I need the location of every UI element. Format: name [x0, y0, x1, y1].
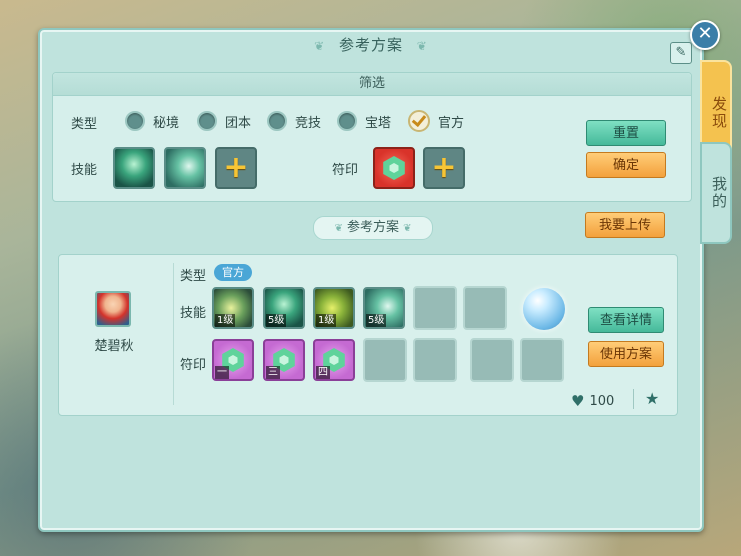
- filter-skill-slot-1[interactable]: [113, 147, 155, 189]
- plan-skill-slot-empty: [463, 286, 507, 330]
- reset-button[interactable]: 重置: [586, 120, 666, 146]
- view-details-button[interactable]: 查看详情: [588, 307, 664, 333]
- card-divider: [173, 263, 174, 405]
- section-ornament-left: ❦: [334, 223, 343, 234]
- plan-rune-slot-3[interactable]: 四: [313, 339, 355, 381]
- title-ornament-left: ❦: [314, 39, 326, 53]
- skill-level: 5级: [366, 314, 387, 327]
- likes-separator: [633, 389, 634, 409]
- filter-section: 筛选 类型 秘境 团本 竞技 宝塔 官方 技能 + 符印 + 重置 确定: [52, 72, 692, 202]
- use-plan-button[interactable]: 使用方案: [588, 341, 664, 367]
- skill-level: 1级: [215, 314, 236, 327]
- confirm-button[interactable]: 确定: [586, 152, 666, 178]
- filter-skill-slot-2[interactable]: [164, 147, 206, 189]
- plan-type-label: 类型: [180, 269, 207, 284]
- title-ornament-right: ❦: [416, 39, 428, 53]
- plan-rune-label: 符印: [180, 358, 207, 373]
- plan-skill-slot-1[interactable]: 1级: [212, 287, 254, 329]
- type-option-baota[interactable]: 宝塔: [337, 111, 391, 131]
- edit-icon[interactable]: ✎: [670, 42, 692, 64]
- skill-level: 1级: [316, 314, 337, 327]
- heart-icon: ♥: [571, 392, 585, 410]
- plan-rune-slot-empty: [413, 338, 457, 382]
- plan-rune-slot-empty: [520, 338, 564, 382]
- official-tag: 官方: [214, 264, 252, 281]
- plan-rune-slot-empty: [470, 338, 514, 382]
- radio-icon: [125, 111, 145, 131]
- add-skill-button[interactable]: +: [215, 147, 257, 189]
- section-title-text: 参考方案: [346, 220, 399, 235]
- plan-skill-slot-3[interactable]: 1级: [313, 287, 355, 329]
- filter-rune-slot-1[interactable]: [373, 147, 415, 189]
- panel-title-text: 参考方案: [338, 36, 403, 54]
- type-option-label: 秘境: [153, 115, 180, 131]
- radio-icon: [337, 111, 357, 131]
- type-option-label: 官方: [438, 115, 465, 131]
- type-option-mijing[interactable]: 秘境: [125, 111, 179, 131]
- plan-rune-slot-1[interactable]: 一: [212, 339, 254, 381]
- likes-counter[interactable]: ♥ 100: [571, 392, 614, 410]
- skill-level: 5级: [266, 314, 287, 327]
- radio-icon: [267, 111, 287, 131]
- tab-mine[interactable]: 我的: [700, 142, 732, 244]
- plan-card: 楚碧秋 类型 官方 技能 1级 5级 1级 5级 符印 一 三 四 查看详情 使…: [58, 254, 678, 416]
- add-rune-button[interactable]: +: [423, 147, 465, 189]
- type-option-tuanben[interactable]: 团本: [197, 111, 251, 131]
- type-option-jingji[interactable]: 竞技: [267, 111, 321, 131]
- radio-icon: [197, 111, 217, 131]
- section-title: ❦ 参考方案 ❦: [313, 216, 433, 240]
- character-name: 楚碧秋: [94, 339, 134, 354]
- plus-icon: +: [431, 150, 457, 185]
- ultimate-orb-icon[interactable]: [523, 288, 565, 330]
- upload-button[interactable]: 我要上传: [585, 212, 665, 238]
- plan-rune-slot-empty: [363, 338, 407, 382]
- plan-rune-slot-2[interactable]: 三: [263, 339, 305, 381]
- rune-index: 四: [316, 366, 330, 379]
- type-option-label: 竞技: [295, 115, 322, 131]
- checkmark-icon: [408, 110, 430, 132]
- plan-skill-slot-empty: [413, 286, 457, 330]
- character-avatar[interactable]: [95, 291, 131, 327]
- section-ornament-right: ❦: [403, 223, 412, 234]
- rune-index: 一: [215, 366, 229, 379]
- likes-count: 100: [589, 393, 615, 409]
- plan-skill-label: 技能: [180, 306, 207, 321]
- rune-index: 三: [266, 366, 280, 379]
- plan-skill-slot-2[interactable]: 5级: [263, 287, 305, 329]
- favorite-star-icon[interactable]: ★: [645, 389, 659, 408]
- reference-plan-panel: ❦ 参考方案 ❦ ✎ 筛选 类型 秘境 团本 竞技 宝塔 官方 技能 + 符印 …: [38, 28, 704, 532]
- type-label: 类型: [71, 117, 98, 132]
- panel-title: ❦ 参考方案 ❦: [40, 34, 702, 55]
- plus-icon: +: [223, 150, 249, 185]
- type-option-guanfang[interactable]: 官方: [408, 110, 464, 132]
- close-button[interactable]: ✕: [690, 20, 720, 50]
- skill-label: 技能: [71, 163, 98, 178]
- rune-label: 符印: [332, 163, 359, 178]
- rune-gem-icon: [383, 156, 405, 180]
- plan-skill-slot-4[interactable]: 5级: [363, 287, 405, 329]
- type-option-label: 宝塔: [365, 115, 392, 131]
- filter-header: 筛选: [53, 73, 691, 96]
- type-option-label: 团本: [225, 115, 252, 131]
